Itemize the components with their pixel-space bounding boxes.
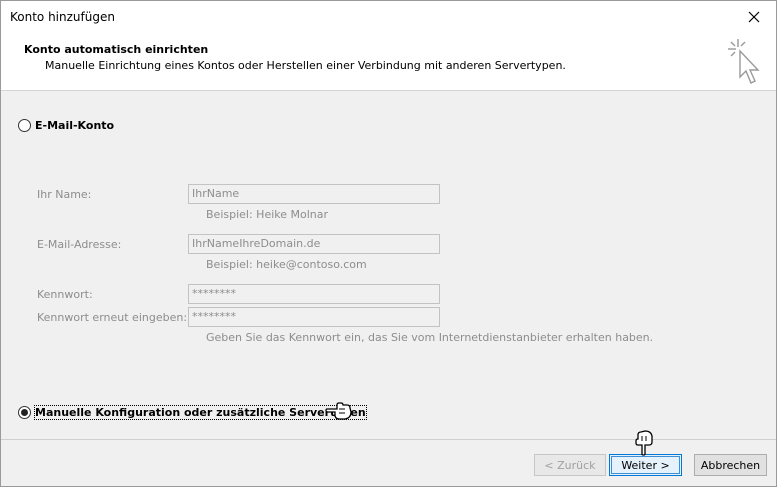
email-account-radio[interactable]: E-Mail-Konto xyxy=(18,119,114,132)
footer-divider xyxy=(1,439,776,440)
dialog-header: Konto automatisch einrichten Manuelle Ei… xyxy=(1,33,776,91)
cancel-button[interactable]: Abbrechen xyxy=(694,454,767,476)
password-repeat-label: Kennwort erneut eingeben: xyxy=(37,311,188,324)
pointing-hand-icon xyxy=(325,402,352,420)
add-account-dialog: Konto hinzufügen Konto automatisch einri… xyxy=(0,0,777,487)
email-label: E-Mail-Adresse: xyxy=(37,238,122,251)
close-icon xyxy=(748,11,760,23)
close-button[interactable] xyxy=(732,1,776,33)
password-repeat-field[interactable]: ******** xyxy=(188,307,440,327)
next-button-label: Weiter > xyxy=(621,458,670,472)
password-field[interactable]: ******** xyxy=(188,284,440,304)
manual-config-label: Manuelle Konfiguration oder zusätzliche … xyxy=(34,405,367,420)
manual-config-radio-circle[interactable] xyxy=(18,406,31,419)
email-account-radio-circle[interactable] xyxy=(18,119,31,132)
pointing-hand-down-icon xyxy=(635,430,653,456)
header-title: Konto automatisch einrichten xyxy=(24,43,209,56)
email-field[interactable]: IhrNameIhreDomain.de xyxy=(188,234,440,254)
password-hint: Geben Sie das Kennwort ein, das Sie vom … xyxy=(206,331,654,344)
back-button[interactable]: < Zurück xyxy=(534,454,606,476)
password-label: Kennwort: xyxy=(37,288,93,301)
email-hint: Beispiel: heike@contoso.com xyxy=(206,258,367,271)
header-subtitle: Manuelle Einrichtung eines Kontos oder H… xyxy=(45,59,566,72)
cursor-click-icon xyxy=(728,39,760,84)
window-title: Konto hinzufügen xyxy=(10,10,115,24)
email-account-label: E-Mail-Konto xyxy=(35,119,115,132)
title-bar: Konto hinzufügen xyxy=(1,1,776,33)
name-field[interactable]: IhrName xyxy=(188,184,440,204)
next-button[interactable]: Weiter > xyxy=(609,454,682,476)
manual-config-radio[interactable]: Manuelle Konfiguration oder zusätzliche … xyxy=(18,405,367,420)
name-hint: Beispiel: Heike Molnar xyxy=(206,208,329,221)
name-label: Ihr Name: xyxy=(37,188,92,201)
